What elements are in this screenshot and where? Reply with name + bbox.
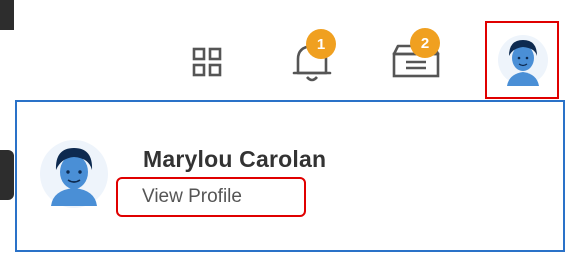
user-avatar-icon bbox=[498, 35, 548, 86]
user-avatar-icon bbox=[40, 140, 108, 208]
notifications-count-badge: 1 bbox=[306, 29, 336, 59]
inbox-count-badge: 2 bbox=[410, 28, 440, 58]
background-edge bbox=[0, 0, 14, 30]
apps-grid-button[interactable] bbox=[190, 45, 224, 79]
profile-avatar-button[interactable] bbox=[485, 21, 559, 99]
grid-icon bbox=[192, 47, 222, 77]
background-edge bbox=[0, 150, 14, 200]
profile-dropdown-menu: Marylou Carolan View Profile bbox=[15, 100, 565, 252]
user-name: Marylou Carolan bbox=[143, 146, 327, 172]
view-profile-label: View Profile bbox=[142, 186, 242, 207]
view-profile-link[interactable]: View Profile bbox=[116, 177, 306, 217]
notifications-button[interactable]: 1 bbox=[288, 29, 336, 85]
top-navigation-bar: 1 2 bbox=[0, 0, 580, 100]
inbox-button[interactable]: 2 bbox=[386, 28, 446, 84]
